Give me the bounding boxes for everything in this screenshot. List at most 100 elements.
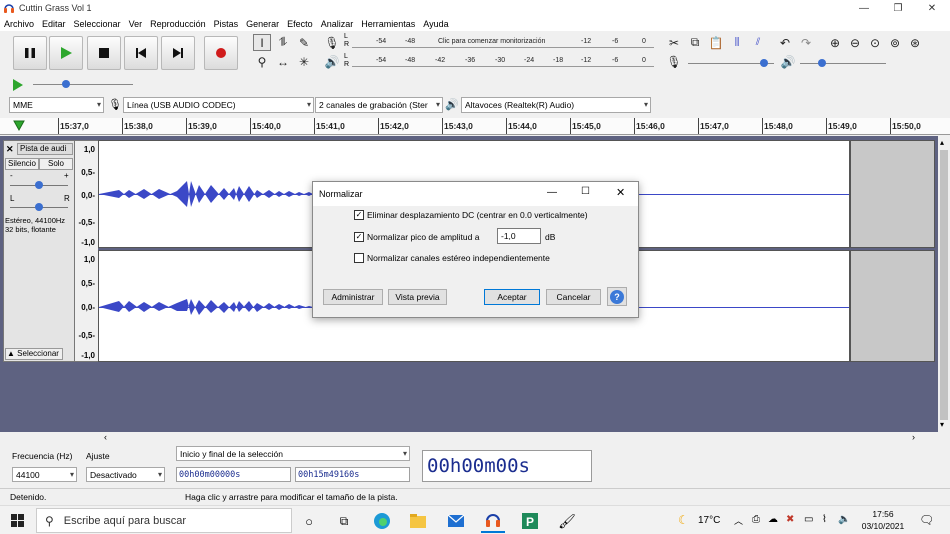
silence-button[interactable]: ⫽	[749, 34, 767, 51]
edge-app[interactable]	[370, 509, 394, 533]
menu-generar[interactable]: Generar	[246, 19, 279, 29]
pinned-play-head-icon[interactable]	[13, 120, 25, 132]
menu-seleccionar[interactable]: Seleccionar	[74, 19, 121, 29]
onedrive-icon[interactable]: ☁	[768, 514, 778, 525]
skip-to-start-button[interactable]	[124, 36, 158, 70]
slider-thumb[interactable]	[35, 203, 43, 211]
audio-host-select[interactable]: MME ▾	[9, 97, 104, 113]
horizontal-scrollbar[interactable]: ‹ ›	[0, 432, 950, 444]
selection-tool[interactable]: I	[253, 34, 271, 51]
trim-button[interactable]: ⫼	[728, 34, 746, 51]
menu-ayuda[interactable]: Ayuda	[423, 19, 448, 29]
scroll-left-icon[interactable]: ‹	[104, 432, 107, 442]
menu-pistas[interactable]: Pistas	[214, 19, 239, 29]
playback-volume-slider[interactable]	[800, 59, 886, 67]
notifications-icon[interactable]: 🗨	[919, 513, 934, 527]
volume-icon[interactable]: 🔈	[838, 514, 850, 525]
paste-button[interactable]: 📋	[707, 34, 725, 51]
menu-analizar[interactable]: Analizar	[321, 19, 354, 29]
fit-selection-button[interactable]: ⊙	[866, 34, 884, 51]
envelope-tool[interactable]: ⥮	[274, 34, 292, 51]
pan-slider[interactable]	[10, 203, 68, 211]
snap-to-select[interactable]: Desactivado ▾	[86, 467, 165, 482]
restore-button[interactable]: ❐	[880, 0, 916, 16]
scroll-up-icon[interactable]: ▴	[940, 138, 944, 147]
paint-app[interactable]: 🖌	[555, 509, 579, 533]
windows-start-icon[interactable]	[11, 514, 24, 527]
draw-tool[interactable]: ✎	[295, 34, 313, 51]
zoom-in-button[interactable]: ⊕	[826, 34, 844, 51]
recording-volume-slider[interactable]	[688, 59, 774, 67]
record-button[interactable]	[204, 36, 238, 70]
dialog-maximize-button[interactable]: ☐	[581, 186, 590, 197]
slider-thumb[interactable]	[818, 59, 826, 67]
playback-meter[interactable]: -54 -48 -42 -36 -30 -24 -18 -12 -6 0	[352, 53, 654, 69]
remove-dc-checkbox[interactable]: ✓ Eliminar desplazamiento DC (centrar en…	[354, 210, 588, 220]
selection-mode-select[interactable]: Inicio y final de la selección ▾	[176, 446, 410, 461]
cut-button[interactable]: ✂	[665, 34, 683, 51]
solo-button[interactable]: Solo	[39, 158, 73, 170]
pause-button[interactable]	[13, 36, 47, 70]
menu-efecto[interactable]: Efecto	[287, 19, 313, 29]
zoom-toggle-button[interactable]: ⊛	[906, 34, 924, 51]
timeline-ruler[interactable]: 15:37,0 15:38,0 15:39,0 15:40,0 15:41,0 …	[0, 118, 950, 135]
cortana-button[interactable]: ○	[297, 509, 321, 533]
battery-icon[interactable]: ▭	[804, 514, 813, 525]
weather-temperature[interactable]: 17°C	[698, 515, 720, 526]
menu-ver[interactable]: Ver	[129, 19, 143, 29]
menu-herramientas[interactable]: Herramientas	[361, 19, 415, 29]
skip-to-end-button[interactable]	[161, 36, 195, 70]
play-meter-button[interactable]: 🔊	[323, 53, 341, 70]
minimize-button[interactable]: —	[846, 0, 882, 16]
file-explorer-app[interactable]	[406, 509, 430, 533]
stop-button[interactable]	[87, 36, 121, 70]
select-track-button[interactable]: ▲ Seleccionar	[5, 348, 63, 360]
output-device-select[interactable]: Altavoces (Realtek(R) Audio) ▾	[461, 97, 651, 113]
scroll-thumb[interactable]	[940, 150, 948, 420]
help-button[interactable]: ?	[607, 287, 627, 306]
dialog-close-button[interactable]: ✕	[616, 186, 625, 199]
menu-editar[interactable]: Editar	[42, 19, 66, 29]
menu-archivo[interactable]: Archivo	[4, 19, 34, 29]
selection-start-time[interactable]: 00h00m00000s	[176, 467, 291, 482]
play-at-speed-button[interactable]	[9, 76, 27, 93]
undo-button[interactable]: ↶	[776, 34, 794, 51]
playback-speed-slider[interactable]	[33, 80, 133, 88]
mute-button[interactable]: Silencio	[5, 158, 39, 170]
close-button[interactable]: ✕	[914, 0, 950, 16]
publisher-app[interactable]: P	[518, 509, 542, 533]
preview-button[interactable]: Vista previa	[388, 289, 447, 305]
peak-amplitude-input[interactable]: -1,0	[497, 228, 541, 244]
mail-app[interactable]	[444, 509, 468, 533]
cancel-button[interactable]: Cancelar	[546, 289, 601, 305]
recording-channels-select[interactable]: 2 canales de grabación (Ster ▾	[315, 97, 443, 113]
taskbar-search-box[interactable]: ⚲ Escribe aquí para buscar	[36, 508, 292, 533]
audacity-app[interactable]	[481, 509, 505, 533]
record-meter[interactable]: -54 -48 Clic para comenzar monitorizació…	[352, 34, 654, 50]
redo-button[interactable]: ↷	[797, 34, 815, 51]
play-button[interactable]	[49, 36, 83, 70]
task-view-button[interactable]: ⧉	[332, 509, 356, 533]
normalize-peak-checkbox[interactable]: ✓ Normalizar pico de amplitud a	[354, 232, 479, 242]
manage-button[interactable]: Administrar	[323, 289, 383, 305]
input-device-select[interactable]: Línea (USB AUDIO CODEC) ▾	[123, 97, 314, 113]
close-track-icon[interactable]: ✕	[6, 144, 14, 155]
dialog-minimize-button[interactable]: —	[547, 187, 557, 198]
normalize-stereo-checkbox[interactable]: Normalizar canales estéreo independiente…	[354, 253, 550, 263]
taskbar-clock[interactable]: 17:56 03/10/2021	[856, 508, 910, 532]
gain-slider[interactable]	[10, 181, 68, 189]
multi-tool[interactable]: ✳	[295, 53, 313, 70]
slider-thumb[interactable]	[760, 59, 768, 67]
scroll-right-icon[interactable]: ›	[912, 432, 915, 442]
menu-reproduccion[interactable]: Reproducción	[150, 19, 206, 29]
vertical-scrollbar[interactable]: ▴ ▾	[938, 136, 950, 432]
scroll-down-icon[interactable]: ▾	[940, 420, 944, 429]
project-rate-select[interactable]: 44100 ▾	[12, 467, 77, 482]
chevron-up-icon[interactable]: ︿	[734, 514, 743, 527]
fit-project-button[interactable]: ⊚	[886, 34, 904, 51]
tray-device-icon[interactable]: ⎙	[752, 514, 760, 525]
track-name-menu[interactable]: Pista de audi	[17, 143, 73, 155]
zoom-out-button[interactable]: ⊖	[846, 34, 864, 51]
timeshift-tool[interactable]: ↔	[274, 53, 292, 70]
copy-button[interactable]: ⧉	[686, 34, 704, 51]
